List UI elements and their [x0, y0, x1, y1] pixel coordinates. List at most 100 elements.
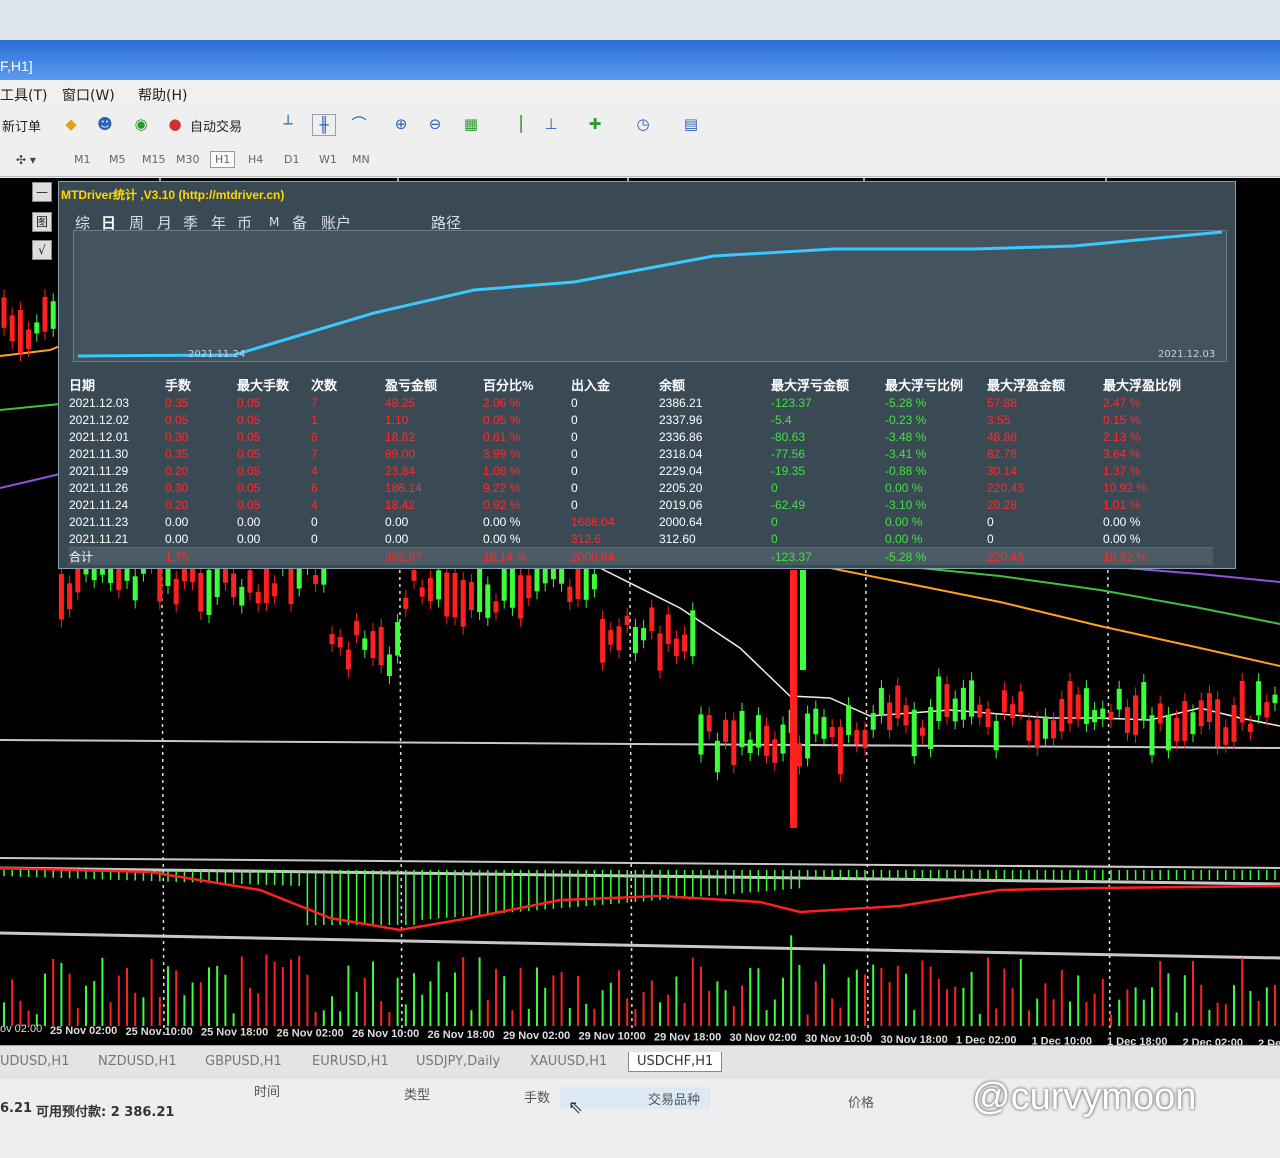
table-cell: 0.81 %: [483, 429, 521, 444]
periods-icon[interactable]: ◷: [632, 114, 654, 134]
col-type[interactable]: 类型: [404, 1084, 430, 1103]
check-toggle-button[interactable]: √: [32, 240, 52, 260]
table-row[interactable]: 2021.11.24 0.20 0.05 4 18.42 0.92 % 0 2019.06 -6…: [69, 496, 1213, 513]
templates-icon[interactable]: ▤: [680, 114, 702, 134]
chart-shift-icon[interactable]: ⊥: [540, 114, 562, 134]
table-cell: -3.41 %: [885, 446, 927, 461]
tf-d1[interactable]: D1: [284, 153, 299, 166]
auto-trade-icon[interactable]: ●: [164, 114, 186, 134]
candle-body: [231, 573, 237, 598]
tf-m30[interactable]: M30: [176, 153, 200, 166]
tab-eurusd[interactable]: EURUSD,H1: [312, 1054, 389, 1069]
tab-m[interactable]: M: [269, 215, 279, 229]
candle-body: [1108, 712, 1114, 721]
candle-body: [608, 630, 614, 645]
tf-h1[interactable]: H1: [210, 151, 236, 168]
crosshair-icon[interactable]: ✣ ▾: [16, 153, 36, 167]
table-cell: 10.92 %: [1103, 480, 1148, 495]
tab-xauusd[interactable]: XAUUSD,H1: [530, 1054, 607, 1069]
table-cell: 18.42: [385, 497, 416, 512]
tf-m15[interactable]: M15: [142, 153, 166, 166]
column-header[interactable]: 次数: [311, 375, 385, 394]
signal-icon[interactable]: ◉: [130, 114, 152, 134]
tab-nzdusd[interactable]: NZDUSD,H1: [98, 1054, 177, 1069]
indicators-icon[interactable]: ✚: [584, 114, 606, 134]
table-row[interactable]: 2021.12.01 0.30 0.05 6 18.82 0.81 % 0 2336.86 -8…: [69, 428, 1213, 445]
col-lots[interactable]: 手数: [524, 1087, 550, 1106]
tile-windows-icon[interactable]: ▦: [460, 114, 482, 134]
table-row[interactable]: 2021.11.21 0.00 0.00 0 0.00 0.00 % 312.6 312.60…: [69, 530, 1213, 548]
candle-body: [960, 687, 966, 720]
equity-curve-svg: [77, 230, 1223, 358]
column-header[interactable]: 最大浮亏比例: [885, 375, 987, 394]
candle-body: [665, 614, 671, 644]
column-header[interactable]: 最大手数: [237, 375, 311, 394]
bar-chart-icon[interactable]: ┴: [277, 114, 299, 134]
col-symbol[interactable]: 交易品种: [648, 1089, 700, 1108]
column-header[interactable]: 出入金: [571, 375, 659, 394]
tab-usdjpy[interactable]: USDJPY,Daily: [416, 1054, 500, 1069]
tf-m1[interactable]: M1: [74, 153, 91, 166]
candlestick-icon[interactable]: ╫: [312, 114, 336, 136]
table-row[interactable]: 2021.11.30 0.35 0.05 7 89.00 3.99 % 0 2318.04 -7…: [69, 445, 1213, 462]
table-cell: 20.28: [987, 497, 1018, 512]
tf-w1[interactable]: W1: [319, 153, 337, 166]
line-chart-icon[interactable]: ⌒: [348, 114, 370, 134]
column-header[interactable]: 手数: [165, 375, 237, 394]
column-header[interactable]: 最大浮亏金额: [771, 375, 885, 394]
candle-body: [985, 708, 991, 728]
pencil-icon[interactable]: ◆: [60, 114, 82, 134]
candle-body: [772, 739, 778, 763]
table-cell: 7: [311, 446, 318, 461]
candle-body: [805, 713, 811, 759]
tf-h4[interactable]: H4: [248, 153, 263, 166]
tab-audusd[interactable]: UDUSD,H1: [0, 1054, 69, 1069]
col-time[interactable]: 时间: [254, 1081, 280, 1100]
candle-body: [796, 743, 802, 767]
candle-body: [747, 739, 753, 753]
total-row: 合计 1.75 385.57 18.14 % 2000.64 -123.37 -5.28 %…: [69, 547, 1213, 565]
column-header[interactable]: 最大浮盈比例: [1103, 375, 1213, 394]
chart-toggle-button[interactable]: 图: [32, 212, 52, 232]
menu-window[interactable]: 窗口(W): [62, 85, 115, 105]
table-row[interactable]: 2021.12.02 0.05 0.05 1 1.10 0.05 % 0 2337.96 -5.…: [69, 411, 1213, 428]
table-cell: 0: [987, 531, 994, 546]
table-row[interactable]: 2021.11.29 0.20 0.05 4 23.84 1.08 % 0 2229.04 -1…: [69, 462, 1213, 479]
column-header[interactable]: 余额: [659, 375, 771, 394]
table-row[interactable]: 2021.12.03 0.35 0.05 7 48.25 2.06 % 0 2386.21 -1…: [69, 394, 1213, 411]
table-cell: -80.63: [771, 429, 806, 444]
table-cell: 0.00 %: [885, 514, 923, 529]
zoom-out-icon[interactable]: ⊖: [424, 114, 446, 134]
table-row[interactable]: 2021.11.26 0.30 0.05 6 186.14 9.22 % 0 2205.20 0…: [69, 479, 1213, 496]
column-header[interactable]: 盈亏金额: [385, 375, 483, 394]
minimize-panel-button[interactable]: —: [32, 182, 52, 202]
candle-body: [1034, 719, 1040, 748]
tf-m5[interactable]: M5: [109, 153, 126, 166]
zoom-in-icon[interactable]: ⊕: [390, 114, 412, 134]
menu-help[interactable]: 帮助(H): [138, 85, 187, 105]
column-header[interactable]: 日期: [69, 375, 165, 394]
auto-trade-button[interactable]: 自动交易: [190, 116, 242, 135]
user-icon[interactable]: ☻: [94, 114, 116, 134]
tab-gbpusd[interactable]: GBPUSD,H1: [205, 1054, 282, 1069]
column-header[interactable]: 最大浮盈金额: [987, 375, 1103, 394]
table-cell: 312.60: [659, 531, 696, 546]
column-header[interactable]: 百分比%: [483, 375, 571, 394]
candle-body: [1067, 680, 1073, 724]
table-cell: 82.78: [987, 446, 1018, 461]
table-row[interactable]: 2021.11.23 0.00 0.00 0 0.00 0.00 % 1688.04 2000…: [69, 513, 1213, 530]
col-price[interactable]: 价格: [848, 1092, 874, 1111]
table-cell: 0.20: [165, 497, 189, 512]
total-cell: -5.28 %: [885, 547, 987, 565]
candle-body: [1223, 727, 1229, 745]
tab-usdchf[interactable]: USDCHF,H1: [628, 1052, 723, 1072]
candle-body: [690, 610, 696, 657]
candle-body: [944, 684, 950, 717]
menu-tools[interactable]: 工具(T): [0, 85, 47, 105]
time-label: 26 Nov 02:00: [277, 1027, 344, 1039]
tf-mn[interactable]: MN: [352, 153, 370, 166]
candle-body: [493, 601, 499, 613]
autoscroll-icon[interactable]: ▕: [505, 114, 527, 134]
table-cell: 2021.12.03: [69, 395, 130, 410]
new-order-button[interactable]: 新订单: [2, 116, 41, 135]
